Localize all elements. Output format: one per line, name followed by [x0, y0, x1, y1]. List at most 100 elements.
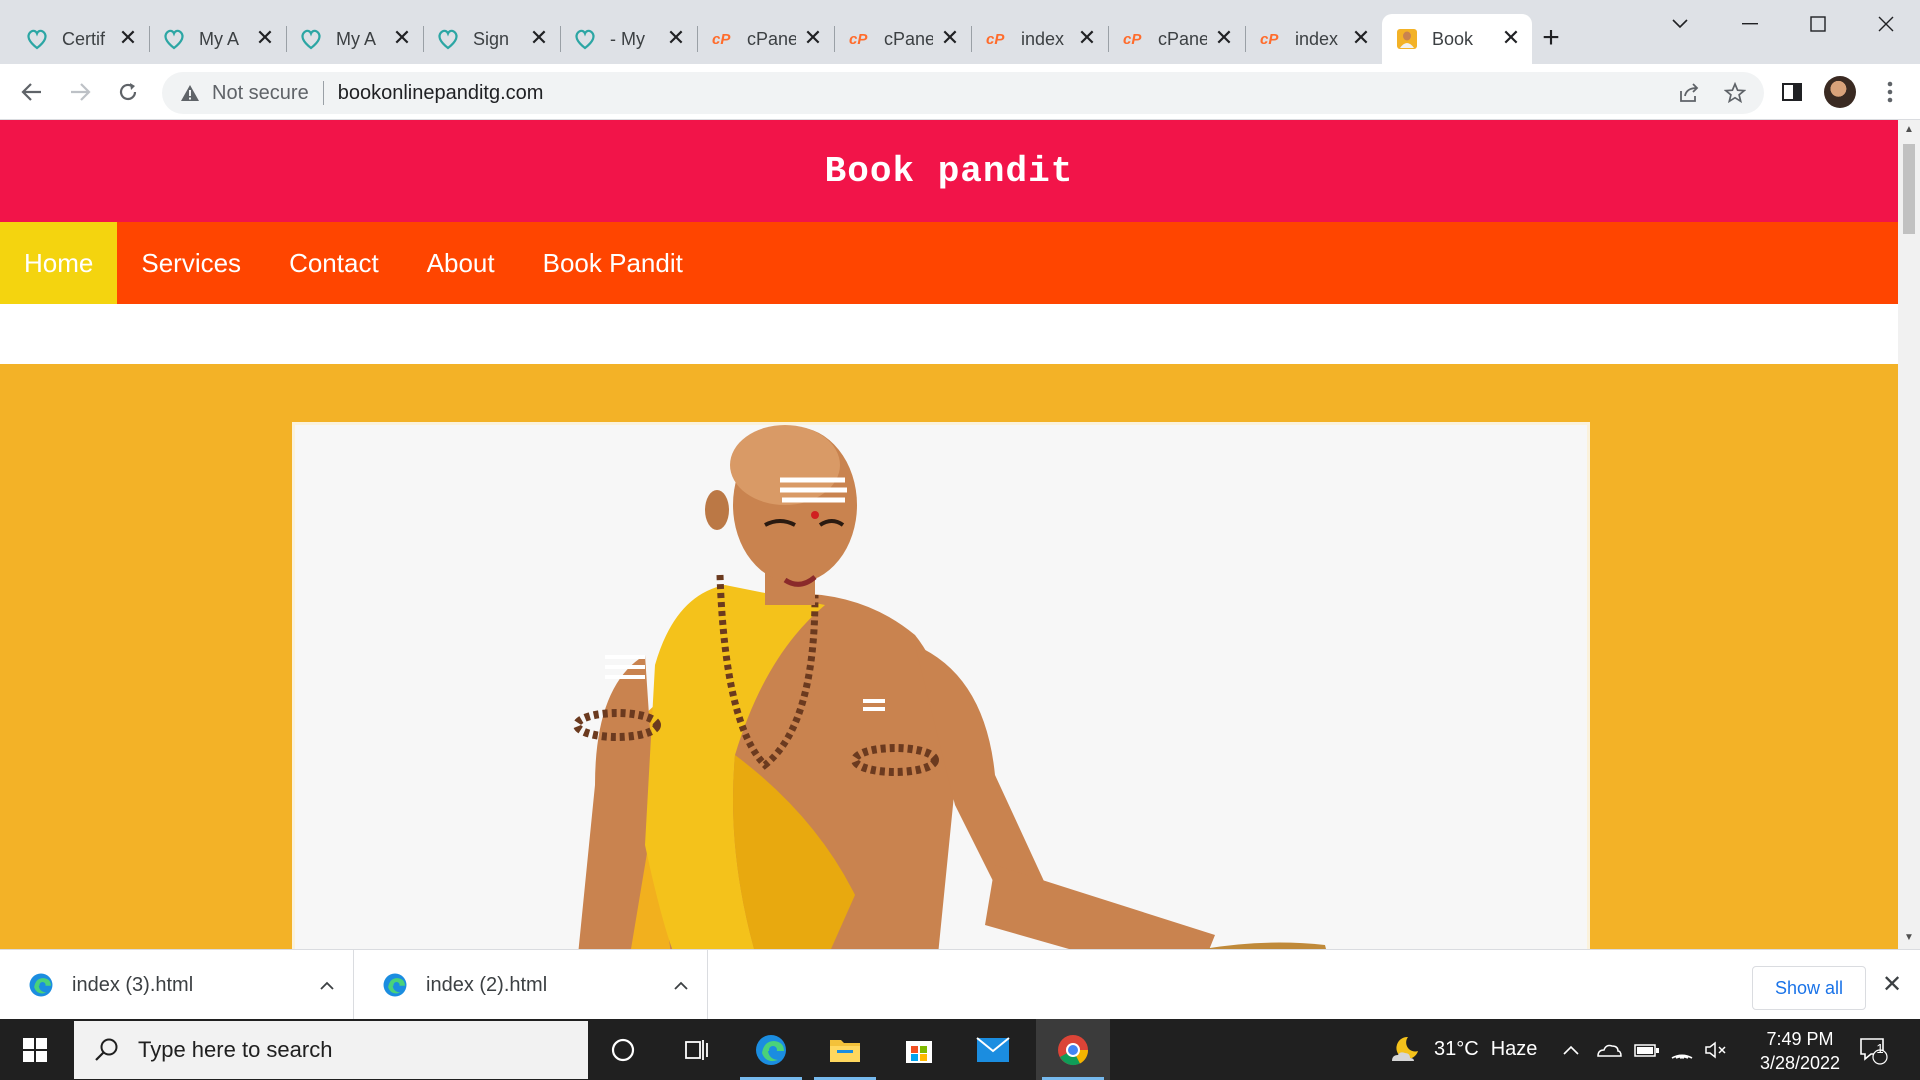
- edge-icon: [382, 972, 408, 998]
- tab-title: Certif: [62, 28, 106, 49]
- close-shelf-button[interactable]: ✕: [1878, 972, 1906, 1000]
- close-window-button[interactable]: [1856, 6, 1916, 42]
- cortana-icon[interactable]: [586, 1019, 660, 1080]
- page-scrollbar[interactable]: ▲ ▼: [1898, 120, 1920, 949]
- clock-time: 7:49 PM: [1766, 1029, 1834, 1049]
- tab-close-icon[interactable]: ✕: [1350, 27, 1372, 50]
- browser-tab[interactable]: My A ✕: [149, 14, 287, 64]
- browser-tab[interactable]: cP index ✕: [1245, 14, 1382, 64]
- svg-text:cP: cP: [986, 31, 1005, 48]
- browser-tab[interactable]: cP cPane ✕: [834, 14, 972, 64]
- site-title: Book pandit: [824, 150, 1074, 192]
- warning-triangle-icon[interactable]: [178, 81, 202, 105]
- heart-logo-icon: [163, 28, 185, 50]
- svg-text:cP: cP: [712, 31, 731, 48]
- file-explorer-icon[interactable]: [808, 1019, 882, 1080]
- url-text[interactable]: bookonlinepanditg.com: [338, 82, 544, 105]
- maximize-button[interactable]: [1788, 6, 1848, 42]
- mail-icon[interactable]: [956, 1019, 1030, 1080]
- show-all-button[interactable]: Show all: [1752, 966, 1866, 1010]
- browser-tab[interactable]: cP cPane ✕: [1108, 14, 1246, 64]
- heart-logo-icon: [26, 28, 48, 50]
- hero-image: [292, 422, 1590, 949]
- download-item[interactable]: index (3).html: [0, 950, 354, 1020]
- scroll-up-arrow-icon[interactable]: ▲: [1903, 124, 1915, 136]
- heart-logo-icon: [300, 28, 322, 50]
- tab-close-icon[interactable]: ✕: [802, 27, 824, 50]
- scroll-down-arrow-icon[interactable]: ▼: [1903, 932, 1915, 944]
- tab-close-icon[interactable]: ✕: [1076, 27, 1098, 50]
- bookmark-star-icon[interactable]: [1722, 80, 1748, 106]
- download-shelf: index (3).html index (2).html Show all ✕: [0, 949, 1920, 1020]
- tab-strip: Certif ✕ My A ✕ My A ✕ Sign ✕ - My ✕ cP cPane ✕ cP cPa…: [0, 0, 1920, 64]
- system-clock[interactable]: 7:49 PM 3/28/2022: [1740, 1027, 1860, 1075]
- security-label[interactable]: Not secure: [212, 82, 309, 105]
- tab-search-chevron-icon[interactable]: [1650, 6, 1710, 42]
- side-panel-icon[interactable]: [1774, 74, 1810, 110]
- tab-close-icon[interactable]: ✕: [528, 27, 550, 50]
- browser-tab[interactable]: cP cPane ✕: [697, 14, 835, 64]
- address-bar[interactable]: Not secure bookonlinepanditg.com: [162, 72, 1764, 114]
- wifi-icon[interactable]: [1670, 1019, 1694, 1080]
- browser-tab[interactable]: Sign ✕: [423, 14, 561, 64]
- svg-text:cP: cP: [849, 31, 868, 48]
- volume-muted-icon[interactable]: [1704, 1019, 1728, 1080]
- back-arrow-icon: [21, 83, 41, 101]
- nav-item-book-pandit[interactable]: Book Pandit: [519, 222, 707, 304]
- tab-close-icon[interactable]: ✕: [117, 27, 139, 50]
- new-tab-button[interactable]: +: [1536, 23, 1566, 54]
- taskbar-search[interactable]: Type here to search: [74, 1021, 588, 1079]
- tab-close-icon[interactable]: ✕: [1500, 27, 1522, 50]
- tab-title: My A: [199, 28, 240, 49]
- weather-widget[interactable]: 31°C Haze: [1388, 1019, 1537, 1080]
- browser-tab[interactable]: cP index ✕: [971, 14, 1109, 64]
- tab-title: index: [1295, 28, 1339, 49]
- forward-arrow-icon: [71, 83, 91, 101]
- download-item[interactable]: index (2).html: [354, 950, 708, 1020]
- nav-spacer: [0, 304, 1898, 364]
- browser-tab[interactable]: My A ✕: [286, 14, 424, 64]
- tab-close-icon[interactable]: ✕: [1213, 27, 1235, 50]
- store-icon[interactable]: [882, 1019, 956, 1080]
- onedrive-cloud-icon[interactable]: [1596, 1019, 1622, 1080]
- tab-close-icon[interactable]: ✕: [254, 27, 276, 50]
- start-button[interactable]: [0, 1019, 70, 1080]
- chevron-up-icon[interactable]: [666, 975, 696, 996]
- browser-tab[interactable]: - My ✕: [560, 14, 698, 64]
- task-view-icon[interactable]: [660, 1019, 734, 1080]
- chevron-up-icon[interactable]: [312, 975, 342, 996]
- site-nav: Home Services Contact About Book Pandit: [0, 222, 1898, 304]
- back-button[interactable]: [14, 74, 50, 110]
- svg-text:cP: cP: [1260, 31, 1279, 48]
- tab-title: Sign: [473, 28, 510, 49]
- browser-tab[interactable]: Certif ✕: [12, 14, 150, 64]
- menu-kebab-icon[interactable]: [1872, 74, 1908, 110]
- scrollbar-thumb[interactable]: [1903, 144, 1915, 234]
- profile-avatar[interactable]: [1822, 74, 1858, 110]
- browser-tab[interactable]: Book ✕: [1382, 14, 1532, 64]
- reload-button[interactable]: [110, 74, 146, 110]
- nav-item-contact[interactable]: Contact: [265, 222, 403, 304]
- notification-center-icon[interactable]: 1: [1858, 1019, 1888, 1080]
- tab-close-icon[interactable]: ✕: [391, 27, 413, 50]
- tray-chevron-up-icon[interactable]: [1562, 1019, 1580, 1080]
- omnibox-divider: [322, 81, 324, 105]
- edge-icon: [28, 972, 54, 998]
- tab-close-icon[interactable]: ✕: [939, 27, 961, 50]
- share-icon[interactable]: [1676, 80, 1702, 106]
- nav-item-about[interactable]: About: [403, 222, 519, 304]
- windows-logo-icon: [23, 1037, 47, 1062]
- avatar: [1824, 76, 1856, 108]
- chrome-icon[interactable]: [1036, 1019, 1110, 1080]
- nav-item-services[interactable]: Services: [117, 222, 265, 304]
- forward-button[interactable]: [62, 74, 98, 110]
- minimize-button[interactable]: [1720, 6, 1780, 42]
- tab-close-icon[interactable]: ✕: [665, 27, 687, 50]
- edge-icon[interactable]: [734, 1019, 808, 1080]
- tab-title: cPane: [747, 28, 796, 49]
- nav-item-home[interactable]: Home: [0, 222, 118, 304]
- search-placeholder: Type here to search: [138, 1037, 333, 1062]
- reload-icon: [119, 83, 137, 101]
- tab-title: - My: [610, 28, 645, 49]
- battery-icon[interactable]: [1634, 1019, 1660, 1080]
